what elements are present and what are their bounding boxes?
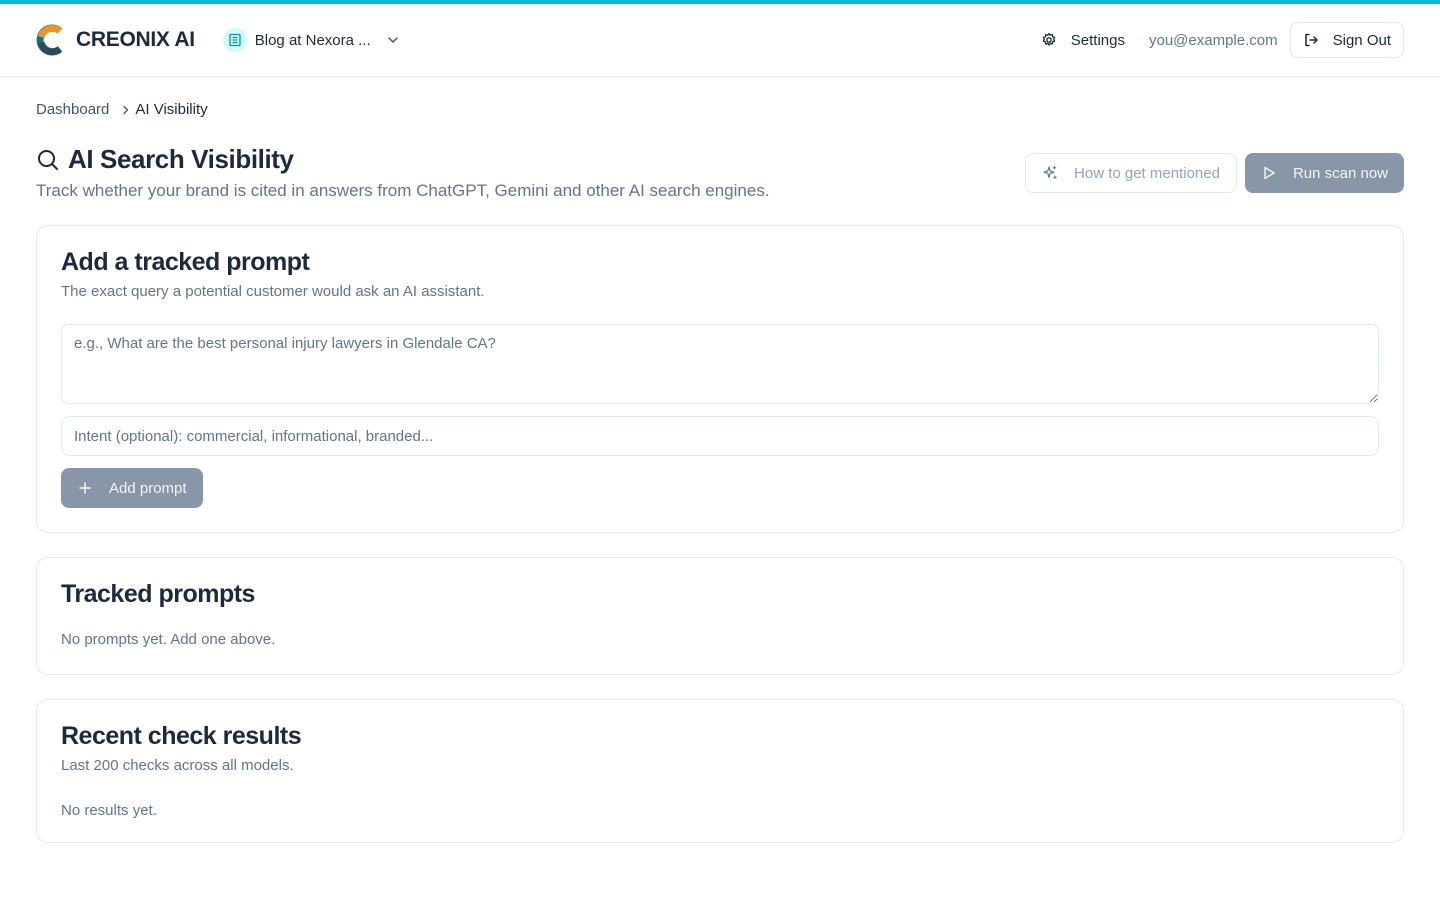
intent-input[interactable] [61,416,1379,456]
tracked-prompts-empty: No prompts yet. Add one above. [61,631,276,648]
site-name: Blog at Nexora ... [254,31,371,49]
building-icon [222,28,247,52]
breadcrumb-dashboard[interactable]: Dashboard [36,101,109,118]
play-icon [1264,166,1275,180]
sparkles-icon [1043,165,1057,180]
tracked-prompts-title: Tracked prompts [61,580,255,608]
recent-results-card: Recent check results Last 200 checks acr… [36,699,1404,843]
add-prompt-description: The exact query a potential customer wou… [61,283,485,300]
search-icon [38,149,58,170]
chevron-right-icon [123,105,129,114]
breadcrumb-current: AI Visibility [135,101,208,118]
page-subtitle: Track whether your brand is cited in ans… [36,181,770,200]
run-scan-button[interactable]: Run scan now [1244,153,1404,193]
add-prompt-button[interactable]: Add prompt [61,468,203,508]
how-to-get-mentioned-button[interactable]: How to get mentioned [1025,153,1237,193]
brand-name: CREONIX AI [76,28,195,51]
sign-out-button[interactable]: Sign Out [1289,22,1404,58]
settings-label: Settings [1070,31,1125,49]
add-prompt-title: Add a tracked prompt [61,248,310,276]
gear-icon [1042,32,1056,46]
recent-results-description: Last 200 checks across all models. [61,757,294,774]
top-header: CREONIX AI Blog at Nexora ... Settings y… [0,4,1440,77]
page-title: AI Search Visibility [68,144,294,174]
add-prompt-label: Add prompt [109,479,187,497]
header-actions: Settings you@example.com Sign Out [1041,22,1404,58]
site-selector[interactable]: Blog at Nexora ... [222,22,401,58]
page-header: AI Search Visibility Track whether your … [36,144,770,201]
recent-results-title: Recent check results [61,722,302,750]
run-scan-label: Run scan now [1292,164,1388,182]
prompt-textarea[interactable] [61,324,1379,404]
add-prompt-card: Add a tracked prompt The exact query a p… [36,225,1404,533]
page-actions: How to get mentioned Run scan now [1025,153,1404,193]
user-email: you@example.com [1149,31,1278,49]
tracked-prompts-card: Tracked prompts No prompts yet. Add one … [36,557,1404,675]
sign-out-label: Sign Out [1332,31,1391,49]
logo-icon [36,24,63,56]
chevron-down-icon [387,37,398,43]
settings-link[interactable]: Settings [1041,32,1125,49]
breadcrumb: Dashboard AI Visibility [36,101,208,118]
how-to-get-mentioned-label: How to get mentioned [1074,164,1220,182]
plus-icon [79,482,91,494]
brand-logo[interactable]: CREONIX AI [36,24,195,56]
recent-results-empty: No results yet. [61,802,157,819]
logout-icon [1304,33,1318,47]
